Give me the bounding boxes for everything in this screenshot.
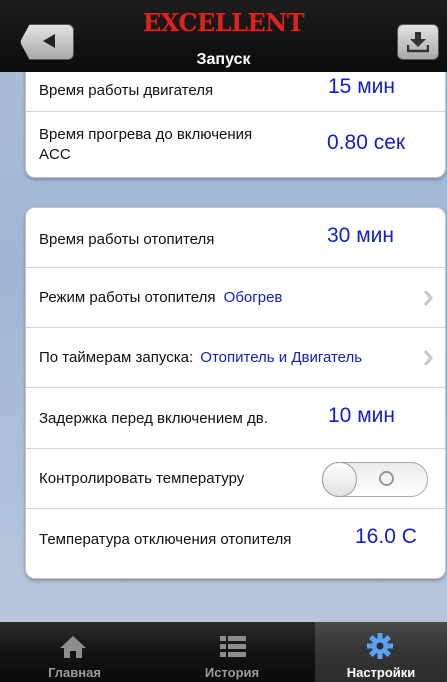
warmup-time-row[interactable]: Время прогрева до включения ACC 0.80 сек [26, 112, 445, 177]
warmup-time-label-line1: Время прогрева до включения [39, 126, 253, 143]
timer-launch-row[interactable]: По таймерам запуска: Отопитель и Двигате… [26, 328, 445, 388]
heater-mode-label-text: Режим работы отопителя [39, 289, 216, 306]
tab-home[interactable]: Главная [0, 622, 149, 682]
tab-history[interactable]: История [149, 622, 315, 682]
engine-time-value: 15 мин [328, 75, 395, 98]
gear-icon [367, 633, 393, 659]
delay-row[interactable]: Задержка перед включением дв. 10 мин [26, 388, 445, 449]
timer-launch-label: По таймерам запуска: Отопитель и Двигате… [39, 349, 362, 366]
tab-history-label: История [204, 665, 260, 680]
settings-card-heater: Время работы отопителя 30 мин Режим рабо… [25, 207, 446, 579]
chevron-right-icon [423, 289, 433, 306]
delay-value: 10 мин [328, 404, 395, 427]
page-title: Запуск [196, 51, 251, 68]
timer-launch-value: Отопитель и Двигатель [200, 349, 363, 366]
download-button[interactable] [397, 24, 439, 60]
tab-settings-label: Настройки [346, 665, 416, 680]
shutdown-temp-row[interactable]: Температура отключения отопителя 16.0 С [26, 509, 445, 578]
heater-mode-label: Режим работы отопителя Обогрев [39, 289, 282, 306]
tab-settings[interactable]: Настройки [315, 622, 447, 682]
warmup-time-label: Время прогрева до включения ACC [39, 125, 252, 165]
warmup-time-label-line2: ACC [39, 146, 71, 163]
chevron-right-icon [423, 349, 433, 366]
control-temp-toggle[interactable] [322, 462, 428, 497]
toggle-knob [322, 462, 357, 497]
heater-time-row[interactable]: Время работы отопителя 30 мин [26, 208, 445, 268]
heater-mode-value: Обогрев [223, 289, 283, 306]
heater-time-value: 30 мин [327, 224, 394, 247]
heater-mode-row[interactable]: Режим работы отопителя Обогрев [26, 268, 445, 328]
top-navigation-bar: EXCELLENT Запуск [0, 0, 447, 72]
download-icon [407, 32, 429, 53]
heater-time-label: Время работы отопителя [39, 231, 215, 248]
engine-time-label: Время работы двигателя [39, 82, 214, 99]
app-logo: EXCELLENT [142, 8, 305, 37]
timer-launch-label-text: По таймерам запуска: [39, 349, 194, 366]
settings-card-engine: Время работы двигателя 15 мин Время прог… [25, 54, 446, 178]
control-temp-row: Контролировать температуру [26, 449, 445, 509]
list-icon [220, 636, 246, 657]
shutdown-temp-label: Температура отключения отопителя [39, 531, 292, 548]
tab-home-label: Главная [48, 665, 101, 680]
toggle-off-indicator-icon [379, 471, 394, 486]
home-icon [60, 636, 86, 658]
warmup-time-value: 0.80 сек [327, 131, 406, 154]
bottom-tab-bar: Главная История Настройки [0, 622, 447, 682]
control-temp-label: Контролировать температуру [39, 470, 245, 487]
shutdown-temp-value: 16.0 С [355, 525, 417, 548]
delay-label: Задержка перед включением дв. [39, 410, 268, 427]
